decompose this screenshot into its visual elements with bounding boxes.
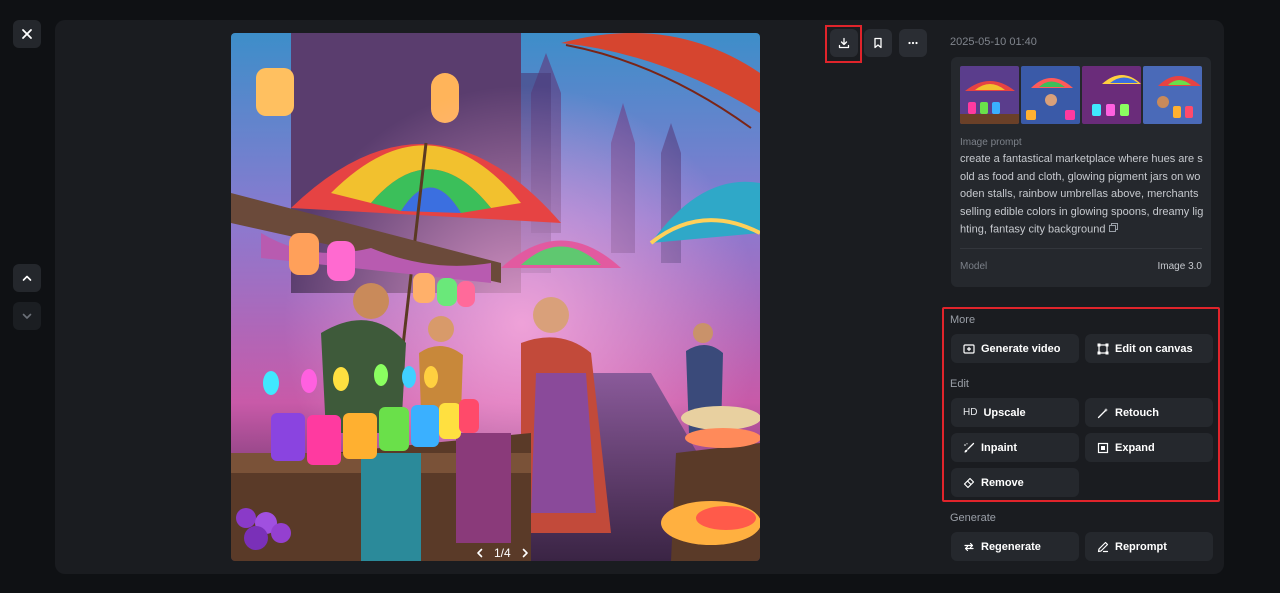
upscale-label: Upscale [983, 406, 1026, 419]
chevron-left-icon [477, 548, 483, 558]
inpaint-button[interactable]: Inpaint [951, 433, 1079, 462]
canvas-frame-icon [1097, 343, 1109, 355]
remove-button[interactable]: Remove [951, 468, 1079, 497]
bookmark-icon [874, 37, 882, 49]
generate-section-label: Generate [950, 512, 996, 524]
edit-on-canvas-label: Edit on canvas [1115, 342, 1193, 355]
timestamp: 2025-05-10 01:40 [950, 36, 1037, 48]
more-horizontal-icon [908, 41, 918, 45]
thumbnail[interactable] [1082, 66, 1141, 124]
prompt-label: Image prompt [960, 137, 1022, 148]
thumbnail-strip [960, 66, 1202, 124]
next-image-button[interactable] [13, 302, 41, 330]
hd-icon: HD [963, 407, 978, 418]
chevron-right-icon [522, 548, 528, 558]
expand-frame-icon [1097, 442, 1109, 454]
regenerate-button[interactable]: Regenerate [951, 532, 1079, 561]
upscale-button[interactable]: HD Upscale [951, 398, 1079, 427]
divider [960, 248, 1202, 249]
download-highlight [825, 25, 862, 63]
prompt-body: create a fantastical marketplace where h… [960, 153, 1204, 236]
pager-previous-button[interactable] [472, 545, 488, 561]
expand-label: Expand [1115, 441, 1155, 454]
reprompt-button[interactable]: Reprompt [1085, 532, 1213, 561]
prompt-text: create a fantastical marketplace where h… [960, 151, 1204, 239]
inpaint-label: Inpaint [981, 441, 1018, 454]
thumbnail[interactable] [1021, 66, 1080, 124]
generate-video-label: Generate video [981, 342, 1061, 355]
model-value: Image 3.0 [1157, 261, 1202, 272]
model-row: Model Image 3.0 [960, 261, 1202, 272]
image-pager: 1/4 [472, 544, 533, 562]
pager-count: 1/4 [494, 546, 511, 560]
chevron-down-icon [22, 313, 32, 319]
remove-label: Remove [981, 476, 1024, 489]
refresh-icon [963, 541, 975, 553]
thumbnail[interactable] [1143, 66, 1202, 124]
bookmark-button[interactable] [864, 29, 892, 57]
video-plus-icon [963, 343, 975, 355]
edit-section-label: Edit [950, 378, 969, 390]
model-label: Model [960, 261, 988, 272]
pencil-icon [1097, 541, 1109, 553]
generate-video-button[interactable]: Generate video [951, 334, 1079, 363]
expand-button[interactable]: Expand [1085, 433, 1213, 462]
pager-next-button[interactable] [517, 545, 533, 561]
regenerate-label: Regenerate [981, 540, 1041, 553]
brush-icon [963, 442, 975, 454]
magic-wand-icon [1097, 407, 1109, 419]
retouch-label: Retouch [1115, 406, 1159, 419]
reprompt-label: Reprompt [1115, 540, 1167, 553]
more-options-button[interactable] [899, 29, 927, 57]
generated-image[interactable] [231, 33, 760, 561]
image-details-card: Image prompt create a fantastical market… [951, 57, 1211, 287]
retouch-button[interactable]: Retouch [1085, 398, 1213, 427]
previous-image-button[interactable] [13, 264, 41, 292]
thumbnail[interactable] [960, 66, 1019, 124]
copy-icon[interactable] [1108, 221, 1118, 239]
edit-on-canvas-button[interactable]: Edit on canvas [1085, 334, 1213, 363]
eraser-icon [963, 477, 975, 489]
close-icon [22, 29, 32, 39]
close-button[interactable] [13, 20, 41, 48]
more-section-label: More [950, 314, 976, 326]
chevron-up-icon [22, 275, 32, 281]
